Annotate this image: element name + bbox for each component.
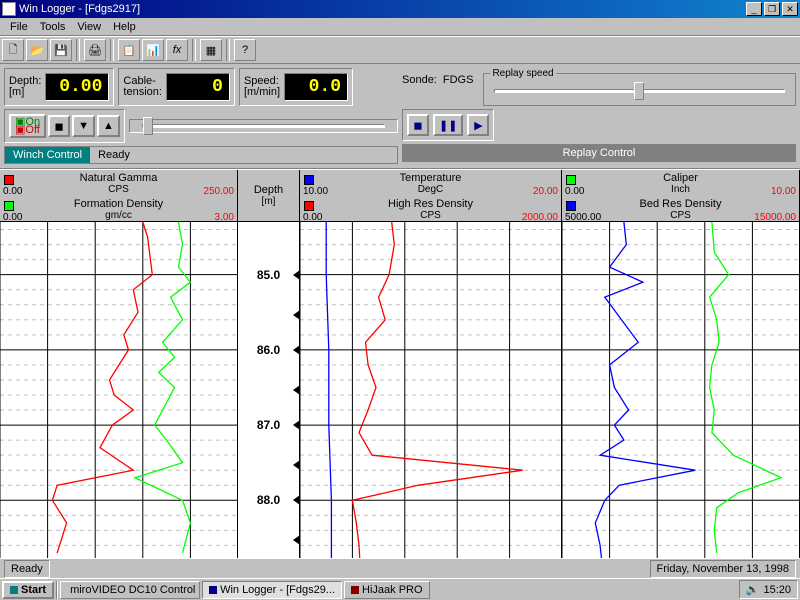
replay-play-button[interactable]: ▶ <box>467 114 489 136</box>
tool-new[interactable]: 🗋 <box>2 39 24 61</box>
replay-speed-slider[interactable] <box>494 89 785 93</box>
app-icon <box>2 2 16 16</box>
menu-file[interactable]: File <box>4 21 34 33</box>
stop-button[interactable]: ◼ <box>48 115 70 137</box>
start-label: Start <box>21 584 46 596</box>
taskbar: Start miroVIDEO DC10 Control Win Logger … <box>0 578 800 600</box>
system-tray[interactable]: 🔊 15:20 <box>739 580 798 599</box>
status-ready: Ready <box>4 560 50 578</box>
task-winlogger[interactable]: Win Logger - [Fdgs29... <box>202 581 342 599</box>
track-1: Natural Gamma CPS 0.00250.00 Formation D… <box>0 170 238 567</box>
start-button[interactable]: Start <box>2 581 54 599</box>
winch-slider[interactable] <box>142 124 385 128</box>
speed-unit: [m/min] <box>244 86 280 98</box>
tension-value: 0 <box>166 73 230 101</box>
tool-table[interactable]: ▦ <box>200 39 222 61</box>
replay-section-header: Replay Control <box>402 144 796 162</box>
tray-clock: 15:20 <box>763 584 791 596</box>
status-bar: Ready Friday, November 13, 1998 <box>0 558 800 578</box>
menu-help[interactable]: Help <box>107 21 142 33</box>
up-button[interactable]: ▲ <box>97 115 120 137</box>
track-2: Temperature DegC 10.0020.00 High Res Den… <box>300 170 562 567</box>
sonde-display: Sonde: FDGS <box>402 68 473 86</box>
windows-logo-icon <box>10 586 18 594</box>
tool-print[interactable]: 🖨 <box>84 39 106 61</box>
down-button[interactable]: ▼ <box>72 115 95 137</box>
menu-view[interactable]: View <box>71 21 107 33</box>
replay-pause-button[interactable]: ❚❚ <box>433 114 463 136</box>
speed-value: 0.0 <box>284 73 348 101</box>
sonde-value: FDGS <box>443 74 474 86</box>
log-display: Natural Gamma CPS 0.00250.00 Formation D… <box>0 169 800 567</box>
status-date: Friday, November 13, 1998 <box>650 560 796 578</box>
replay-speed-legend: Replay speed <box>490 68 555 79</box>
task-hijaak[interactable]: HiJaak PRO <box>344 581 430 599</box>
title-bar: Win Logger - [Fdgs2917] _ ❐ ✕ <box>0 0 800 18</box>
replay-stop-button[interactable]: ◼ <box>407 114 429 136</box>
tool-fx[interactable]: fx <box>166 39 188 61</box>
depth-readout: Depth:[m] 0.00 <box>4 68 114 106</box>
toolbar: 🗋 📂 💾 🖨 📋 📊 fx ▦ ? <box>0 36 800 64</box>
depth-column: Depth[m] 85.0 86.0 87.0 88.0 <box>238 170 300 567</box>
minimize-button[interactable]: _ <box>746 2 762 16</box>
winch-ready: Ready <box>90 147 397 163</box>
tool-help[interactable]: ? <box>234 39 256 61</box>
tension-label2: tension: <box>123 86 162 98</box>
window-title: Win Logger - [Fdgs2917] <box>19 3 140 15</box>
close-button[interactable]: ✕ <box>782 2 798 16</box>
depth-unit: [m] <box>9 86 24 98</box>
tension-readout: Cable-tension: 0 <box>118 68 235 106</box>
depth-value: 0.00 <box>45 73 109 101</box>
onoff-button[interactable]: ▣On▣Off <box>9 114 46 138</box>
sonde-label: Sonde: <box>402 74 437 86</box>
track-3: Caliper Inch 0.0010.00 Bed Res Density C… <box>562 170 800 567</box>
tool-copy[interactable]: 📋 <box>118 39 140 61</box>
tool-chart[interactable]: 📊 <box>142 39 164 61</box>
maximize-button[interactable]: ❐ <box>764 2 780 16</box>
tool-save[interactable]: 💾 <box>50 39 72 61</box>
menu-bar: File Tools View Help <box>0 18 800 36</box>
replay-control-tab: Replay Control <box>403 145 795 161</box>
winch-section-header: Winch Control Ready <box>4 146 398 164</box>
tool-open[interactable]: 📂 <box>26 39 48 61</box>
winch-control-tab[interactable]: Winch Control <box>5 147 90 163</box>
replay-speed-group: Replay speed <box>483 68 796 106</box>
control-panel-row: Depth:[m] 0.00 Cable-tension: 0 Speed:[m… <box>0 64 800 169</box>
menu-tools[interactable]: Tools <box>34 21 72 33</box>
tray-volume-icon[interactable]: 🔊 <box>746 583 760 596</box>
task-mirovideo[interactable]: miroVIDEO DC10 Control <box>60 581 200 599</box>
speed-readout: Speed:[m/min] 0.0 <box>239 68 353 106</box>
